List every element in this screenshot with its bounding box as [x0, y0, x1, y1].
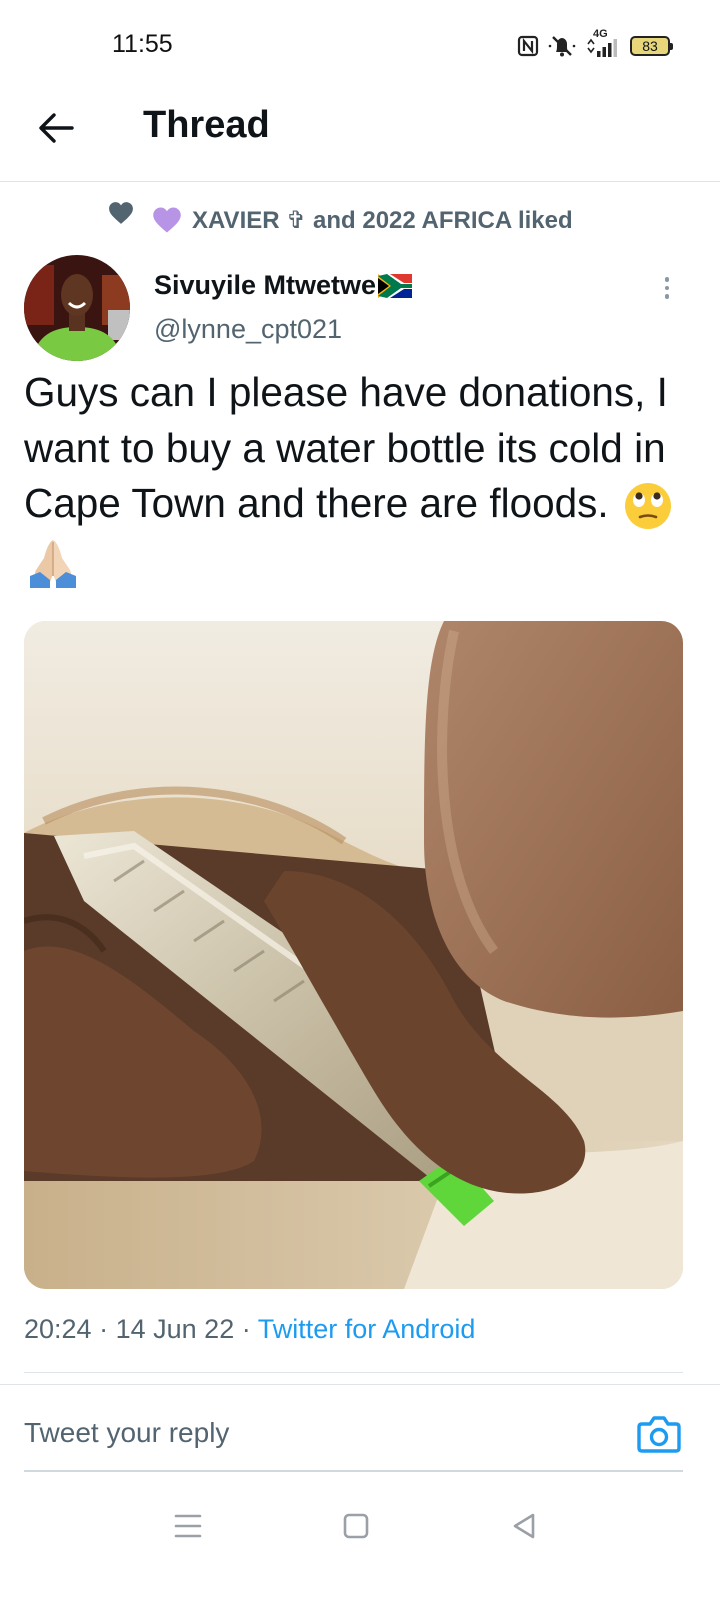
liked-by-text: XAVIER ✞ and 2022 AFRICA liked: [192, 206, 573, 234]
status-bar-time: 11:55: [112, 30, 173, 58]
home-square-icon: [343, 1513, 369, 1539]
mute-icon: [548, 36, 576, 57]
reply-input[interactable]: [24, 1405, 604, 1461]
home-button[interactable]: [336, 1506, 376, 1546]
folded-hands-emoji: [30, 539, 76, 588]
back-triangle-icon: [513, 1513, 535, 1539]
tweet-photo[interactable]: [24, 621, 683, 1289]
heart-icon: [109, 202, 133, 224]
header-divider: [0, 181, 720, 182]
more-dot-icon: [664, 294, 670, 299]
tweet-source-link[interactable]: Twitter for Android: [258, 1314, 476, 1344]
menu-icon: [174, 1514, 202, 1538]
author-name[interactable]: Sivuyile Mtwetwe: [154, 270, 413, 301]
signal-icon: 4G: [585, 28, 621, 59]
author-handle[interactable]: @lynne_cpt021: [154, 314, 342, 345]
tweet-text-content: Guys can I please have donations, I want…: [24, 369, 668, 526]
battery-level: 83: [642, 38, 658, 54]
tweet-date: 14 Jun 22: [115, 1314, 235, 1344]
purple-heart-emoji: [153, 207, 181, 233]
page-title: Thread: [143, 104, 270, 146]
face-with-rolling-eyes-emoji: [624, 483, 671, 530]
system-back-button[interactable]: [504, 1506, 544, 1546]
more-options-button[interactable]: [654, 270, 680, 306]
arrow-left-icon: [39, 113, 74, 143]
author-name-text: Sivuyile Mtwetwe: [154, 270, 377, 300]
avatar[interactable]: [24, 255, 130, 361]
menu-button[interactable]: [168, 1506, 208, 1546]
meta-divider: [24, 1372, 683, 1373]
tweet-text: Guys can I please have donations, I want…: [24, 365, 696, 588]
reply-bar-divider: [0, 1384, 720, 1385]
more-dot-icon: [664, 277, 670, 282]
tweet-meta: 20:24 · 14 Jun 22 · Twitter for Android: [24, 1314, 475, 1345]
tweet-time: 20:24: [24, 1314, 92, 1344]
more-dot-icon: [664, 285, 670, 291]
camera-button[interactable]: [636, 1411, 682, 1457]
back-button[interactable]: [30, 104, 82, 152]
reply-underline: [24, 1470, 683, 1472]
south-africa-flag: [378, 273, 413, 298]
meta-separator: ·: [99, 1314, 109, 1344]
status-bar-icons: 4G 83: [517, 28, 673, 60]
nfc-icon: [517, 35, 539, 57]
camera-icon: [637, 1416, 681, 1453]
social-context[interactable]: XAVIER ✞ and 2022 AFRICA liked: [108, 200, 573, 240]
meta-separator: ·: [241, 1314, 251, 1344]
battery-icon: 83: [630, 36, 673, 56]
